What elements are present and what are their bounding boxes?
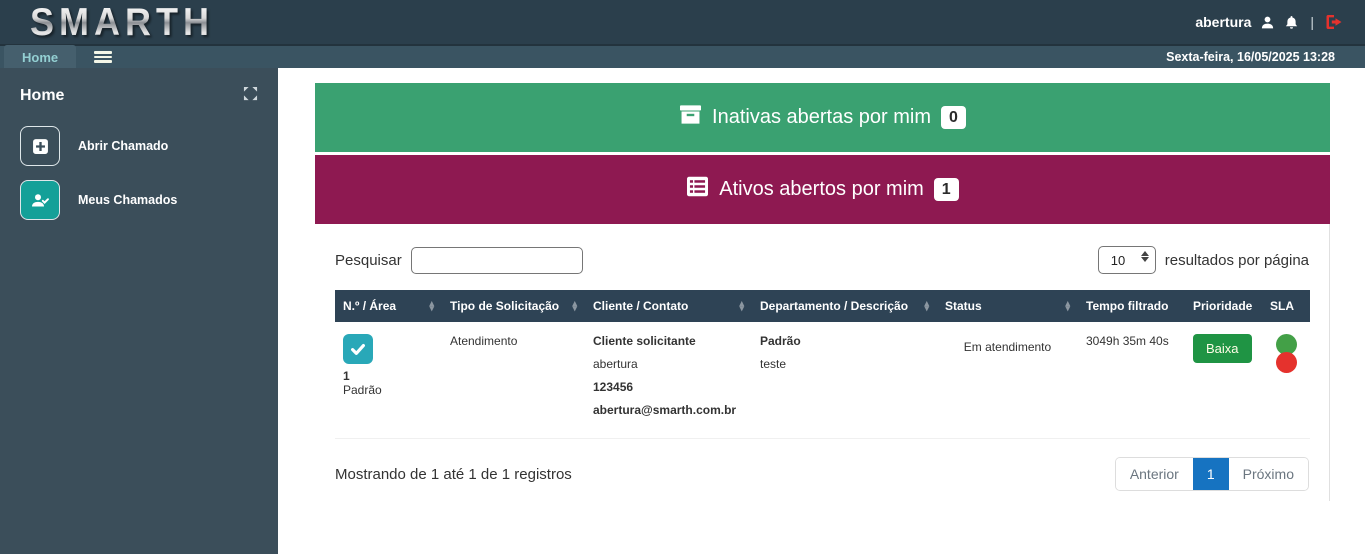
sidebar-item-meus-chamados[interactable]: Meus Chamados xyxy=(20,180,258,220)
per-page-label: resultados por página xyxy=(1164,251,1309,269)
cliente-nome: abertura xyxy=(593,357,638,371)
cliente-codigo: 123456 xyxy=(593,380,634,394)
pagination-prev-button[interactable]: Anterior xyxy=(1115,458,1193,490)
col-tipo-solicitacao[interactable]: Tipo de Solicitação ▴ ▾ xyxy=(442,290,585,322)
check-icon xyxy=(351,343,365,355)
sidebar-title: Home xyxy=(20,87,65,104)
cell-tipo: Atendimento xyxy=(442,322,585,439)
tab-home[interactable]: Home xyxy=(4,45,77,69)
sort-icon[interactable]: ▴ ▾ xyxy=(1065,299,1070,313)
datetime-label: Sexta-feira, 16/05/2025 13:28 xyxy=(1166,50,1335,64)
sidebar-item-label: Meus Chamados xyxy=(78,193,178,207)
cell-tempo: 3049h 35m 40s xyxy=(1078,322,1185,439)
row-checkbox[interactable] xyxy=(343,334,373,364)
tempo-label: 3049h 35m 40s xyxy=(1086,334,1169,348)
col-cliente-contato[interactable]: Cliente / Contato ▴ ▾ xyxy=(585,290,752,322)
ticket-number: 1 xyxy=(343,369,350,383)
banner-active-tickets[interactable]: Ativos abertos por mim 1 xyxy=(315,155,1330,224)
banner-inactive-tickets[interactable]: Inativas abertas por mim 0 xyxy=(315,83,1330,152)
pagination-page-1[interactable]: 1 xyxy=(1192,458,1229,490)
col-numero-area[interactable]: N.º / Área ▴ ▾ xyxy=(335,290,442,322)
table-row[interactable]: 1 Padrão Atendimento Cliente solicitante… xyxy=(335,322,1310,439)
sidebar-item-abrir-chamado[interactable]: Abrir Chamado xyxy=(20,126,258,166)
app-logo: SMARTH xyxy=(30,0,214,44)
col-departamento-descricao[interactable]: Departamento / Descrição ▴ ▾ xyxy=(752,290,937,322)
cliente-email: abertura@smarth.com.br xyxy=(593,403,737,417)
archive-icon xyxy=(679,104,702,131)
departamento-nome: Padrão xyxy=(760,334,801,348)
cell-numero-area: 1 Padrão xyxy=(335,322,442,439)
sort-icon[interactable]: ▴ ▾ xyxy=(429,299,434,313)
top-bar: Home Sexta-feira, 16/05/2025 13:28 xyxy=(0,44,1365,69)
header-separator: | xyxy=(1310,14,1314,30)
cell-departamento: Padrão teste xyxy=(752,322,937,439)
hamburger-icon[interactable] xyxy=(94,51,113,63)
banner-active-label: Ativos abertos por mim xyxy=(719,178,924,200)
sidebar: Home Abrir Chamado Meus Chamados xyxy=(0,68,278,554)
sla-red-dot xyxy=(1275,352,1297,373)
user-check-icon xyxy=(20,180,60,220)
cell-prioridade: Baixa xyxy=(1185,322,1262,439)
username-label: abertura xyxy=(1195,14,1252,30)
bell-icon[interactable] xyxy=(1284,15,1299,30)
col-tempo-filtrado[interactable]: Tempo filtrado xyxy=(1078,290,1185,322)
table-header-row: N.º / Área ▴ ▾ Tipo de Solicitação ▴ ▾ Clien… xyxy=(335,290,1310,322)
cell-sla xyxy=(1262,322,1310,439)
cliente-titulo: Cliente solicitante xyxy=(593,334,696,348)
pagination: Anterior 1 Próximo xyxy=(1114,457,1309,491)
banner-inactive-count: 0 xyxy=(941,105,966,130)
main-content: Inativas abertas por mim 0 Ativos aberto… xyxy=(278,68,1365,554)
app-header: SMARTH abertura | xyxy=(0,0,1365,44)
user-icon[interactable] xyxy=(1260,15,1275,30)
ticket-area: Padrão xyxy=(343,383,382,397)
sort-icon[interactable]: ▴ ▾ xyxy=(739,299,744,313)
search-input[interactable] xyxy=(410,246,583,274)
tickets-table: N.º / Área ▴ ▾ Tipo de Solicitação ▴ ▾ Clien… xyxy=(335,290,1310,439)
logout-icon[interactable] xyxy=(1325,14,1343,30)
list-icon xyxy=(686,176,709,203)
sort-icon[interactable]: ▴ ▾ xyxy=(924,299,929,313)
sidebar-item-label: Abrir Chamado xyxy=(78,139,169,153)
sort-icon[interactable]: ▴ ▾ xyxy=(572,299,577,313)
col-sla[interactable]: SLA xyxy=(1262,290,1310,322)
cell-cliente: Cliente solicitante abertura 123456 aber… xyxy=(585,322,752,439)
col-status[interactable]: Status ▴ ▾ xyxy=(937,290,1078,322)
pagination-next-button[interactable]: Próximo xyxy=(1228,458,1308,490)
priority-badge[interactable]: Baixa xyxy=(1193,334,1252,363)
status-label: Em atendimento xyxy=(963,340,1052,354)
col-prioridade[interactable]: Prioridade xyxy=(1185,290,1262,322)
plus-square-icon xyxy=(20,126,60,166)
tab-home-label: Home xyxy=(22,49,59,65)
descricao-texto: teste xyxy=(760,357,787,371)
banner-inactive-label: Inativas abertas por mim xyxy=(712,106,932,128)
page-size-select[interactable]: 10 xyxy=(1097,246,1156,274)
compress-icon[interactable] xyxy=(243,86,258,106)
search-label: Pesquisar xyxy=(335,251,402,269)
cell-status: Em atendimento xyxy=(937,322,1078,439)
banner-active-count: 1 xyxy=(933,177,959,202)
records-summary: Mostrando de 1 até 1 de 1 registros xyxy=(335,465,572,483)
